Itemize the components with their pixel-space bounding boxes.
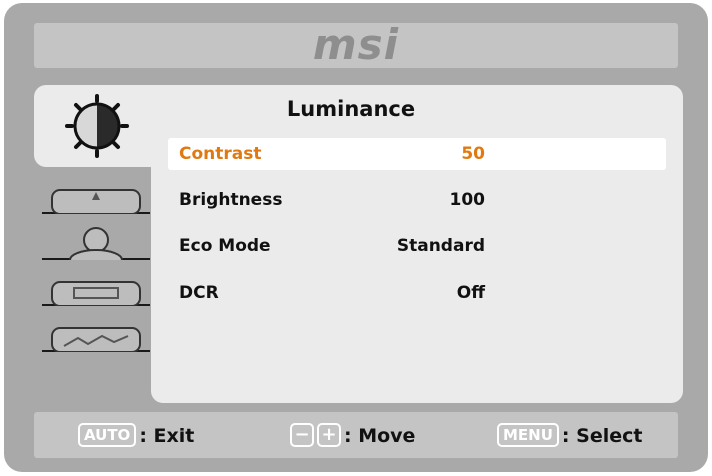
- minus-key[interactable]: −: [290, 423, 314, 447]
- menu-panel: Luminance Contrast 50 Brightness 100 Eco…: [151, 85, 683, 403]
- header-bar: msi: [34, 20, 678, 69]
- move-label: : Move: [344, 425, 416, 447]
- color-icon: [69, 227, 123, 260]
- sidebar-tab-display[interactable]: [42, 272, 150, 306]
- plus-key[interactable]: +: [317, 423, 341, 447]
- menu-row-value: Off: [456, 283, 485, 303]
- exit-label: : Exit: [139, 425, 195, 447]
- sidebar-tab-color[interactable]: [42, 226, 150, 260]
- menu-row-label: DCR: [179, 283, 219, 303]
- msi-logo: msi: [312, 20, 400, 69]
- menu-row-label: Eco Mode: [179, 236, 271, 256]
- settings-icon: [51, 327, 141, 352]
- menu-row-eco-mode[interactable]: Eco Mode Standard: [168, 230, 666, 262]
- menu-row-dcr[interactable]: DCR Off: [168, 277, 666, 309]
- menu-row-contrast[interactable]: Contrast 50: [168, 138, 666, 170]
- display-icon: [51, 281, 141, 306]
- luminance-icon: [65, 94, 129, 158]
- sidebar-tab-luminance[interactable]: [34, 85, 159, 167]
- menu-row-value: Standard: [396, 236, 485, 256]
- exit-hint: AUTO: Exit: [78, 423, 194, 447]
- auto-key[interactable]: AUTO: [78, 423, 137, 447]
- select-hint: MENU: Select: [497, 423, 642, 447]
- menu-row-value: 100: [449, 190, 486, 210]
- sidebar-tab-settings[interactable]: [42, 318, 150, 352]
- menu-row-label: Contrast: [179, 144, 262, 164]
- image-icon: [51, 189, 141, 214]
- panel-title: Luminance: [286, 97, 416, 121]
- select-label: : Select: [561, 425, 643, 447]
- menu-key[interactable]: MENU: [497, 423, 559, 447]
- footer-hints: AUTO: Exit − +: Move MENU: Select: [34, 412, 678, 458]
- menu-row-brightness[interactable]: Brightness 100: [168, 184, 666, 216]
- menu-row-label: Brightness: [179, 190, 283, 210]
- menu-row-value: 50: [461, 144, 485, 164]
- move-hint: − +: Move: [290, 423, 415, 447]
- sidebar-tab-image[interactable]: [42, 180, 150, 214]
